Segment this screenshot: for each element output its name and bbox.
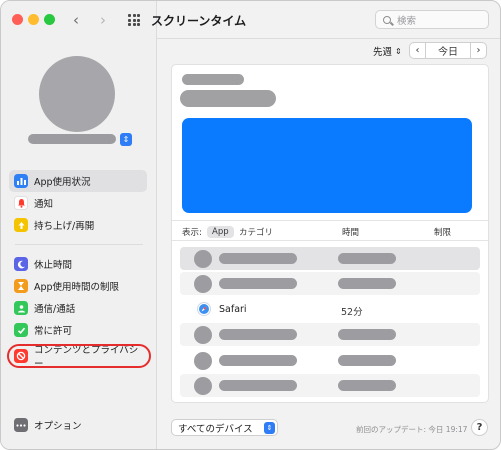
sidebar-item-label: オプション: [34, 421, 82, 432]
forward-button[interactable]: ›: [100, 11, 106, 29]
sidebar-item-app-limits[interactable]: App使用時間の制限: [9, 275, 147, 297]
sidebar-item-label: 通信/通話: [34, 304, 76, 315]
contacts-icon: [14, 301, 28, 315]
show-all-grid-icon[interactable]: [128, 14, 140, 26]
hourglass-icon: [14, 279, 28, 293]
back-button[interactable]: ‹: [73, 11, 79, 29]
minimize-window-button[interactable]: [28, 14, 39, 25]
bell-icon: [14, 196, 28, 210]
sidebar-item-label: 常に許可: [34, 326, 73, 337]
search-field[interactable]: 検索: [375, 10, 489, 29]
app-icon-placeholder: [194, 351, 212, 370]
user-select-stepper[interactable]: ⇕: [120, 133, 132, 146]
screen-time-window: ⇕ App使用状況 通知 持ち上げ/再開 休止時間 App使用時間の制限 通信/…: [0, 0, 501, 450]
table-row[interactable]: [180, 272, 480, 295]
safari-icon: [197, 302, 211, 316]
usage-card: 表示: App カテゴリ 時間 制限 Safari 52分: [171, 64, 489, 403]
sidebar-item-label: App使用状況: [34, 177, 91, 188]
table-row-safari[interactable]: Safari 52分: [180, 299, 480, 322]
column-header-time[interactable]: 時間: [342, 226, 359, 238]
sidebar: ⇕ App使用状況 通知 持ち上げ/再開 休止時間 App使用時間の制限 通信/…: [1, 1, 157, 449]
time-placeholder: [338, 380, 396, 391]
close-window-button[interactable]: [12, 14, 23, 25]
zoom-window-button[interactable]: [44, 14, 55, 25]
pickup-icon: [14, 218, 28, 232]
table-row[interactable]: [180, 349, 480, 372]
last-updated-text: 前回のアップデート: 今日 19:17: [356, 425, 468, 434]
app-name-placeholder: [219, 380, 297, 391]
time-placeholder: [338, 278, 396, 289]
table-row[interactable]: [180, 247, 480, 270]
sidebar-item-label: 通知: [34, 199, 54, 210]
app-name-placeholder: [219, 329, 297, 340]
app-name-placeholder: [219, 253, 297, 264]
app-name: Safari: [219, 304, 247, 315]
chevron-updown-icon: ⇕: [395, 46, 402, 56]
checkmark-icon: [14, 323, 28, 337]
sidebar-item-notifications[interactable]: 通知: [9, 192, 147, 214]
next-period-button[interactable]: ›: [470, 42, 487, 59]
table-row[interactable]: [180, 374, 480, 397]
search-icon: [383, 15, 391, 24]
filter-bar: 表示: App カテゴリ 時間 制限: [172, 220, 488, 241]
sidebar-item-communication[interactable]: 通信/通話: [9, 297, 147, 319]
column-header-limit[interactable]: 制限: [434, 226, 451, 238]
titlebar-divider: [157, 38, 500, 39]
sidebar-item-options[interactable]: オプション: [9, 414, 147, 436]
app-time: 52分: [341, 307, 363, 318]
ellipsis-icon: [14, 418, 28, 432]
today-button[interactable]: 今日: [425, 42, 471, 59]
chevron-updown-icon: ⇕: [264, 421, 275, 434]
period-label: 先週: [373, 47, 393, 58]
sidebar-item-app-usage[interactable]: App使用状況: [9, 170, 147, 192]
previous-period-button[interactable]: ‹: [409, 42, 426, 59]
usage-chart-block: [182, 118, 472, 213]
help-button[interactable]: ?: [471, 419, 488, 436]
app-icon-placeholder: [194, 325, 212, 344]
period-select[interactable]: 先週 ⇕: [373, 44, 402, 59]
sidebar-item-label: 持ち上げ/再開: [34, 221, 95, 232]
tab-category[interactable]: カテゴリ: [239, 226, 273, 238]
app-icon-placeholder: [194, 376, 212, 395]
moon-icon: [14, 257, 28, 271]
tab-app[interactable]: App: [207, 226, 234, 238]
summary-label-placeholder: [182, 74, 244, 85]
time-placeholder: [338, 329, 396, 340]
bar-chart-icon: [14, 174, 28, 188]
device-select-label: すべてのデバイス: [178, 423, 253, 435]
app-name-placeholder: [219, 278, 297, 289]
device-select[interactable]: すべてのデバイス ⇕: [171, 419, 278, 436]
time-placeholder: [338, 355, 396, 366]
app-icon-placeholder: [194, 274, 212, 293]
window-title: スクリーンタイム: [151, 14, 247, 28]
app-icon-placeholder: [194, 249, 212, 268]
sidebar-item-label: 休止時間: [34, 260, 73, 271]
sidebar-item-pickups[interactable]: 持ち上げ/再開: [9, 214, 147, 236]
sidebar-item-always-allowed[interactable]: 常に許可: [9, 319, 147, 341]
highlight-ring: [7, 344, 151, 368]
app-name-placeholder: [219, 355, 297, 366]
show-label: 表示:: [182, 228, 202, 238]
sidebar-item-label: App使用時間の制限: [34, 282, 120, 293]
summary-value-placeholder: [180, 90, 276, 107]
sidebar-item-downtime[interactable]: 休止時間: [9, 253, 147, 275]
search-placeholder: 検索: [397, 15, 417, 27]
user-name-placeholder: [28, 134, 116, 144]
sidebar-divider: [15, 244, 143, 245]
table-row[interactable]: [180, 323, 480, 346]
user-avatar: [39, 56, 115, 132]
time-placeholder: [338, 253, 396, 264]
